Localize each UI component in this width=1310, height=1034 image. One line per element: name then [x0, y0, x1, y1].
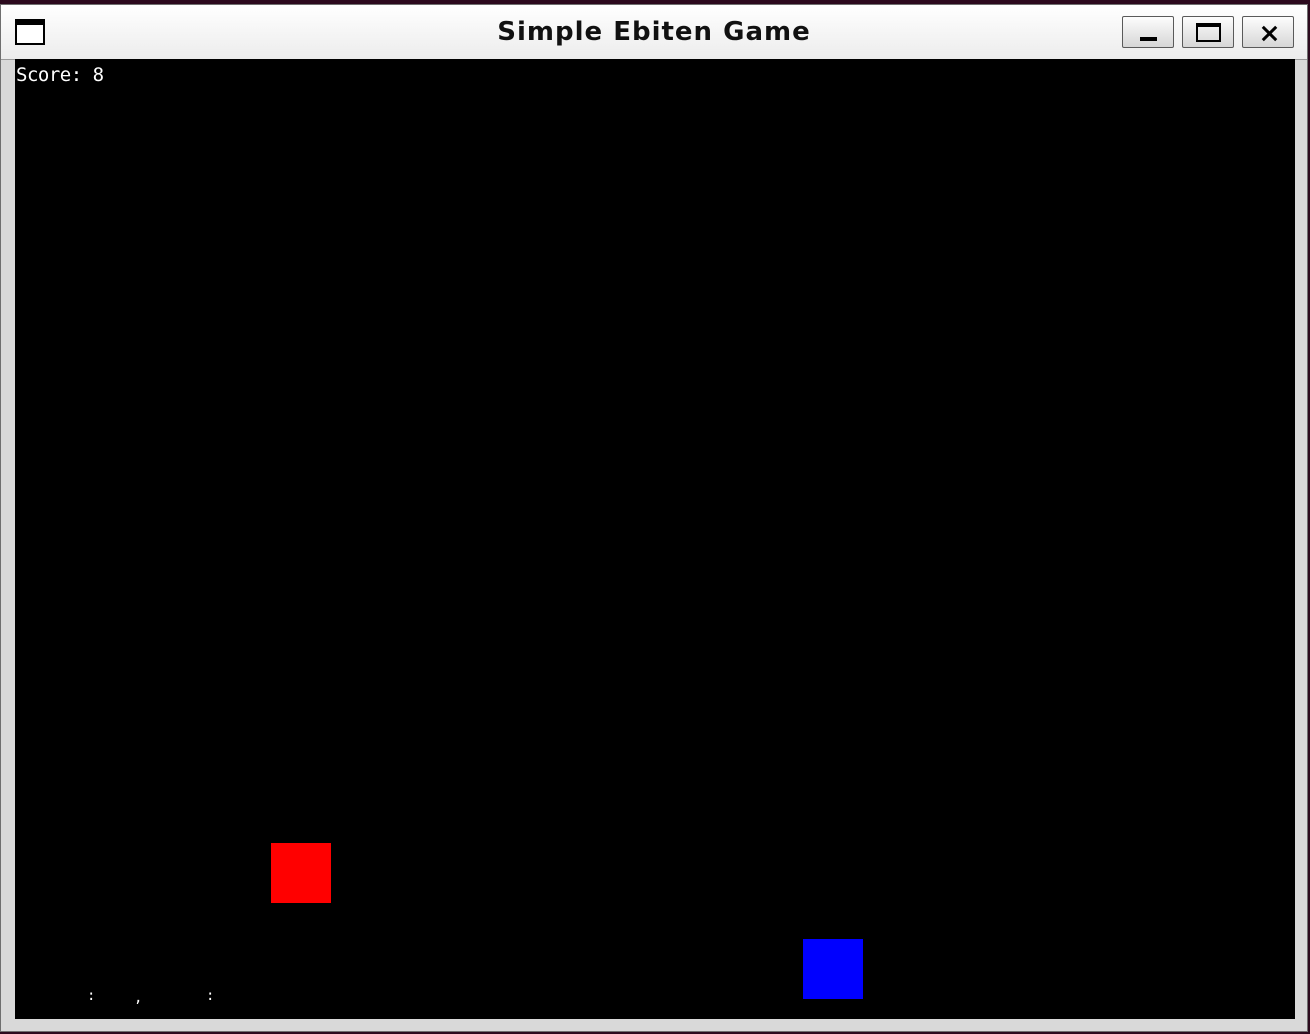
debug-mark: : [206, 988, 215, 1004]
game-window: Simple Ebiten Game Score: 8 : , : [0, 4, 1308, 1032]
close-button[interactable] [1242, 16, 1294, 48]
title-bar[interactable]: Simple Ebiten Game [1, 5, 1307, 60]
minimize-button[interactable] [1122, 16, 1174, 48]
game-canvas[interactable]: Score: 8 : , : [15, 59, 1295, 1019]
maximize-button[interactable] [1182, 16, 1234, 48]
debug-mark: : [87, 988, 96, 1004]
close-icon [1243, 17, 1293, 47]
window-title: Simple Ebiten Game [497, 17, 811, 47]
maximize-icon [1196, 23, 1221, 42]
minimize-icon [1140, 37, 1157, 41]
player-square [271, 843, 331, 903]
enemy-square [803, 939, 863, 999]
score-label: Score: 8 [16, 64, 104, 86]
debug-mark: , [134, 990, 143, 1006]
